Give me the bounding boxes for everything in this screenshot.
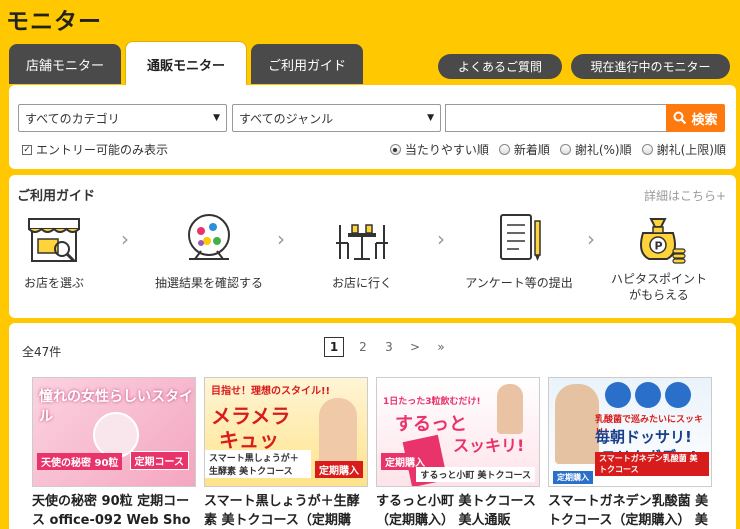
banner-headline: 目指せ！理想のスタイル!!	[211, 386, 331, 397]
banner-tag: 定期購入	[553, 471, 593, 484]
guide-step-check-lottery: 抽選結果を確認する	[149, 211, 269, 291]
radio-icon	[559, 144, 571, 155]
guide-panel: ご利用ガイド 詳細はこちら+ お店を選ぶ › 抽選結果を確認する › お店に行く…	[9, 175, 736, 318]
banner-big-text-2: キュッ	[219, 428, 279, 452]
cafe-table-icon	[336, 224, 388, 260]
ongoing-monitors-button[interactable]: 現在進行中のモニター	[571, 54, 730, 79]
sort-radio-new[interactable]: 新着順	[498, 141, 550, 158]
category-select[interactable]: すべてのカテゴリ ▼	[18, 104, 227, 132]
guide-step-label: お店に行く	[331, 276, 392, 290]
keyword-input[interactable]	[445, 104, 667, 132]
banner-tag: 定期購入	[315, 461, 363, 478]
banner-figure	[497, 384, 523, 434]
search-panel: すべてのカテゴリ ▼ すべてのジャンル ▼ 検索 ✓ エントリー可能のみ表示 当…	[9, 85, 736, 169]
product-banner[interactable]: 乳酸菌で巡みたいにスッキリ! 毎朝ドッサリ! スリムボディ! スマートガネデン乳…	[548, 377, 712, 487]
page-1[interactable]: 1	[324, 337, 344, 357]
last-page-button[interactable]: »	[428, 337, 454, 357]
page-2[interactable]: 2	[350, 337, 376, 357]
pagination: 1 2 3 > »	[324, 337, 454, 357]
search-button[interactable]: 検索	[666, 104, 725, 132]
badge-circle-icon	[605, 382, 631, 408]
page-title: モニター	[6, 9, 102, 35]
genre-select-value: すべてのジャンル	[239, 111, 334, 126]
storefront-icon	[28, 218, 80, 263]
checkbox-checked-icon: ✓	[22, 144, 32, 155]
sort-options: 当たりやすい順 新着順 謝礼(%)順 謝礼(上限)順	[389, 141, 726, 158]
product-card[interactable]: 憧れの女性らしいスタイル 天使の秘密 90粒 定期コース 天使の秘密 90粒 定…	[32, 377, 196, 529]
sort-radio-reward-cap[interactable]: 謝礼(上限)順	[641, 141, 726, 158]
tab-store-monitor[interactable]: 店舗モニター	[9, 44, 121, 84]
next-page-button[interactable]: >	[402, 337, 428, 357]
entry-only-checkbox[interactable]: ✓ エントリー可能のみ表示	[22, 141, 168, 158]
lottery-icon	[188, 214, 230, 260]
faq-button[interactable]: よくあるご質問	[438, 54, 562, 79]
product-name[interactable]: スマートガネデン乳酸菌 美トクコース（定期購入） 美	[548, 492, 712, 529]
sort-label: 謝礼(上限)順	[656, 143, 726, 157]
guide-step-submit-survey: アンケート等の提出	[454, 211, 584, 291]
radio-selected-icon	[389, 144, 401, 155]
badge-circle-icon	[635, 382, 661, 408]
product-card[interactable]: 目指せ！理想のスタイル!! メラメラ キュッ スマート黒しょうが＋生酵素 美トク…	[204, 377, 368, 529]
guide-step-label: アンケート等の提出	[465, 276, 573, 290]
sort-radio-reward-percent[interactable]: 謝礼(%)順	[559, 141, 632, 158]
product-name[interactable]: スマート黒しょうが＋生酵素 美トクコース（定期購入）	[204, 492, 368, 529]
points-bag-icon: P	[640, 218, 686, 264]
product-banner[interactable]: 憧れの女性らしいスタイル 天使の秘密 90粒 定期コース	[32, 377, 196, 487]
guide-details-link[interactable]: 詳細はこちら+	[644, 187, 726, 204]
banner-tag: 定期コース	[129, 451, 189, 470]
results-panel: 全47件 1 2 3 > » 憧れの女性らしいスタイル 天使の秘密 90粒 定期…	[9, 323, 736, 529]
chevron-right-icon: ›	[277, 227, 285, 251]
banner-big-text: 毎朝ドッサリ!	[595, 428, 692, 446]
guide-step-get-points: P ハピタスポイントがもらえる	[607, 211, 711, 303]
sort-label: 新着順	[513, 143, 550, 157]
notebook-pen-icon	[500, 214, 541, 261]
sort-label: 当たりやすい順	[404, 143, 489, 157]
banner-caption: 天使の秘密 90粒	[37, 453, 123, 470]
product-banner[interactable]: 1日たった3粒飲むだけ! するっと スッキリ! 定期購入 するっと小町 美トクコ…	[376, 377, 540, 487]
banner-caption: スマート黒しょうが＋生酵素 美トクコース	[205, 450, 311, 478]
svg-text:P: P	[655, 240, 663, 253]
banner-big-text-2: スッキリ!	[453, 436, 525, 455]
banner-headline: 1日たった3粒飲むだけ!	[383, 397, 481, 407]
banner-figure	[319, 398, 357, 468]
sort-radio-easy[interactable]: 当たりやすい順	[389, 141, 489, 158]
entry-only-label: エントリー可能のみ表示	[36, 143, 169, 157]
chevron-right-icon: ›	[121, 227, 129, 251]
result-count: 全47件	[22, 345, 62, 359]
guide-step-choose-store: お店を選ぶ	[14, 211, 94, 291]
guide-step-label: ハピタスポイントがもらえる	[610, 272, 707, 302]
search-button-label: 検索	[691, 112, 718, 128]
chevron-right-icon: ›	[437, 227, 445, 251]
banner-caption: スマートガネデン乳酸菌 美トクコース	[595, 452, 709, 476]
badge-circle-icon	[665, 382, 691, 408]
chevron-right-icon: ›	[587, 227, 595, 251]
radio-icon	[641, 144, 653, 155]
radio-icon	[498, 144, 510, 155]
product-card[interactable]: 1日たった3粒飲むだけ! するっと スッキリ! 定期購入 するっと小町 美トクコ…	[376, 377, 540, 529]
banner-caption: するっと小町 美トクコース	[416, 467, 535, 482]
product-banner[interactable]: 目指せ！理想のスタイル!! メラメラ キュッ スマート黒しょうが＋生酵素 美トク…	[204, 377, 368, 487]
search-icon	[673, 111, 687, 125]
tab-mail-order-monitor[interactable]: 通販モニター	[125, 41, 247, 86]
guide-step-label: お店を選ぶ	[23, 276, 84, 290]
product-name[interactable]: 天使の秘密 90粒 定期コース office-092 Web Sho	[32, 492, 196, 529]
product-name[interactable]: するっと小町 美トクコース（定期購入） 美人通販	[376, 492, 540, 529]
page-3[interactable]: 3	[376, 337, 402, 357]
sort-label: 謝礼(%)順	[574, 143, 632, 157]
dropdown-arrow-icon: ▼	[213, 113, 220, 123]
tab-usage-guide[interactable]: ご利用ガイド	[251, 44, 363, 84]
banner-figure	[555, 384, 599, 464]
guide-title: ご利用ガイド	[17, 189, 96, 204]
product-card[interactable]: 乳酸菌で巡みたいにスッキリ! 毎朝ドッサリ! スリムボディ! スマートガネデン乳…	[548, 377, 712, 529]
guide-step-visit-store: お店に行く	[314, 211, 410, 291]
guide-step-label: 抽選結果を確認する	[154, 276, 263, 290]
category-select-value: すべてのカテゴリ	[25, 111, 120, 126]
genre-select[interactable]: すべてのジャンル ▼	[232, 104, 441, 132]
dropdown-arrow-icon: ▼	[427, 113, 434, 123]
